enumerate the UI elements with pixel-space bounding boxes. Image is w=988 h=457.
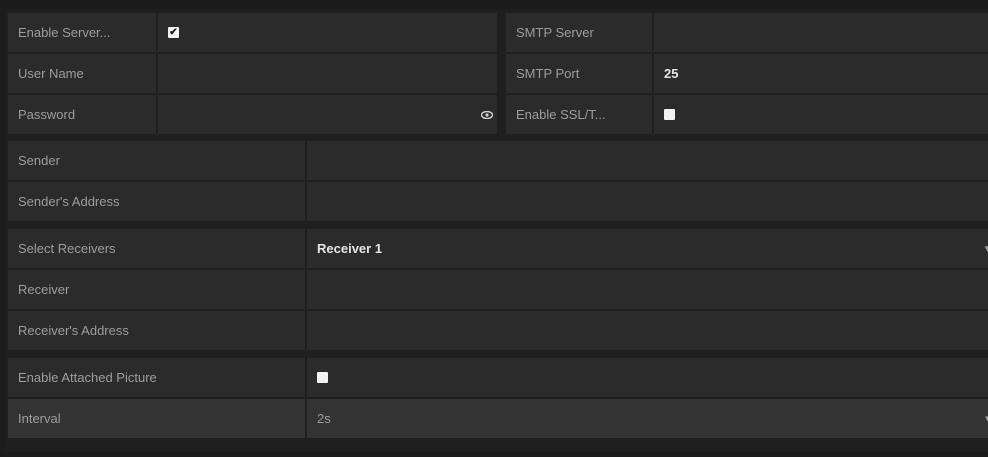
- sender-address-input[interactable]: [307, 182, 988, 221]
- enable-ssl-checkbox[interactable]: [664, 109, 675, 120]
- enable-server-auth-checkbox-cell[interactable]: ✔: [158, 13, 497, 52]
- interval-label: Interval: [8, 399, 305, 438]
- smtp-port-label: SMTP Port: [506, 54, 652, 93]
- enable-ssl-checkbox-cell[interactable]: [654, 95, 988, 134]
- receiver-address-input[interactable]: [307, 311, 988, 350]
- enable-attached-picture-checkbox-cell[interactable]: [307, 358, 988, 397]
- checkmark-icon: ✔: [169, 26, 178, 38]
- enable-ssl-label: Enable SSL/T...: [506, 95, 652, 134]
- user-name-input[interactable]: [158, 54, 497, 93]
- sender-input[interactable]: [307, 141, 988, 180]
- smtp-server-input[interactable]: [654, 13, 988, 52]
- user-name-label: User Name: [8, 54, 156, 93]
- enable-attached-picture-label: Enable Attached Picture: [8, 358, 305, 397]
- smtp-server-label: SMTP Server: [506, 13, 652, 52]
- sender-address-label: Sender's Address: [8, 182, 305, 221]
- password-label: Password: [8, 95, 156, 134]
- select-receivers-dropdown[interactable]: Receiver 1 ▾: [307, 229, 988, 268]
- select-receivers-label: Select Receivers: [8, 229, 305, 268]
- receiver-address-label: Receiver's Address: [8, 311, 305, 350]
- eye-icon[interactable]: [481, 110, 493, 119]
- password-input[interactable]: [158, 95, 497, 134]
- receiver-input[interactable]: [307, 270, 988, 309]
- interval-dropdown[interactable]: 2s ▾: [307, 399, 988, 438]
- enable-server-auth-checkbox[interactable]: ✔: [168, 27, 179, 38]
- enable-server-auth-label: Enable Server...: [8, 13, 156, 52]
- sender-label: Sender: [8, 141, 305, 180]
- enable-attached-picture-checkbox[interactable]: [317, 372, 328, 383]
- smtp-port-input[interactable]: 25: [654, 54, 988, 93]
- receiver-label: Receiver: [8, 270, 305, 309]
